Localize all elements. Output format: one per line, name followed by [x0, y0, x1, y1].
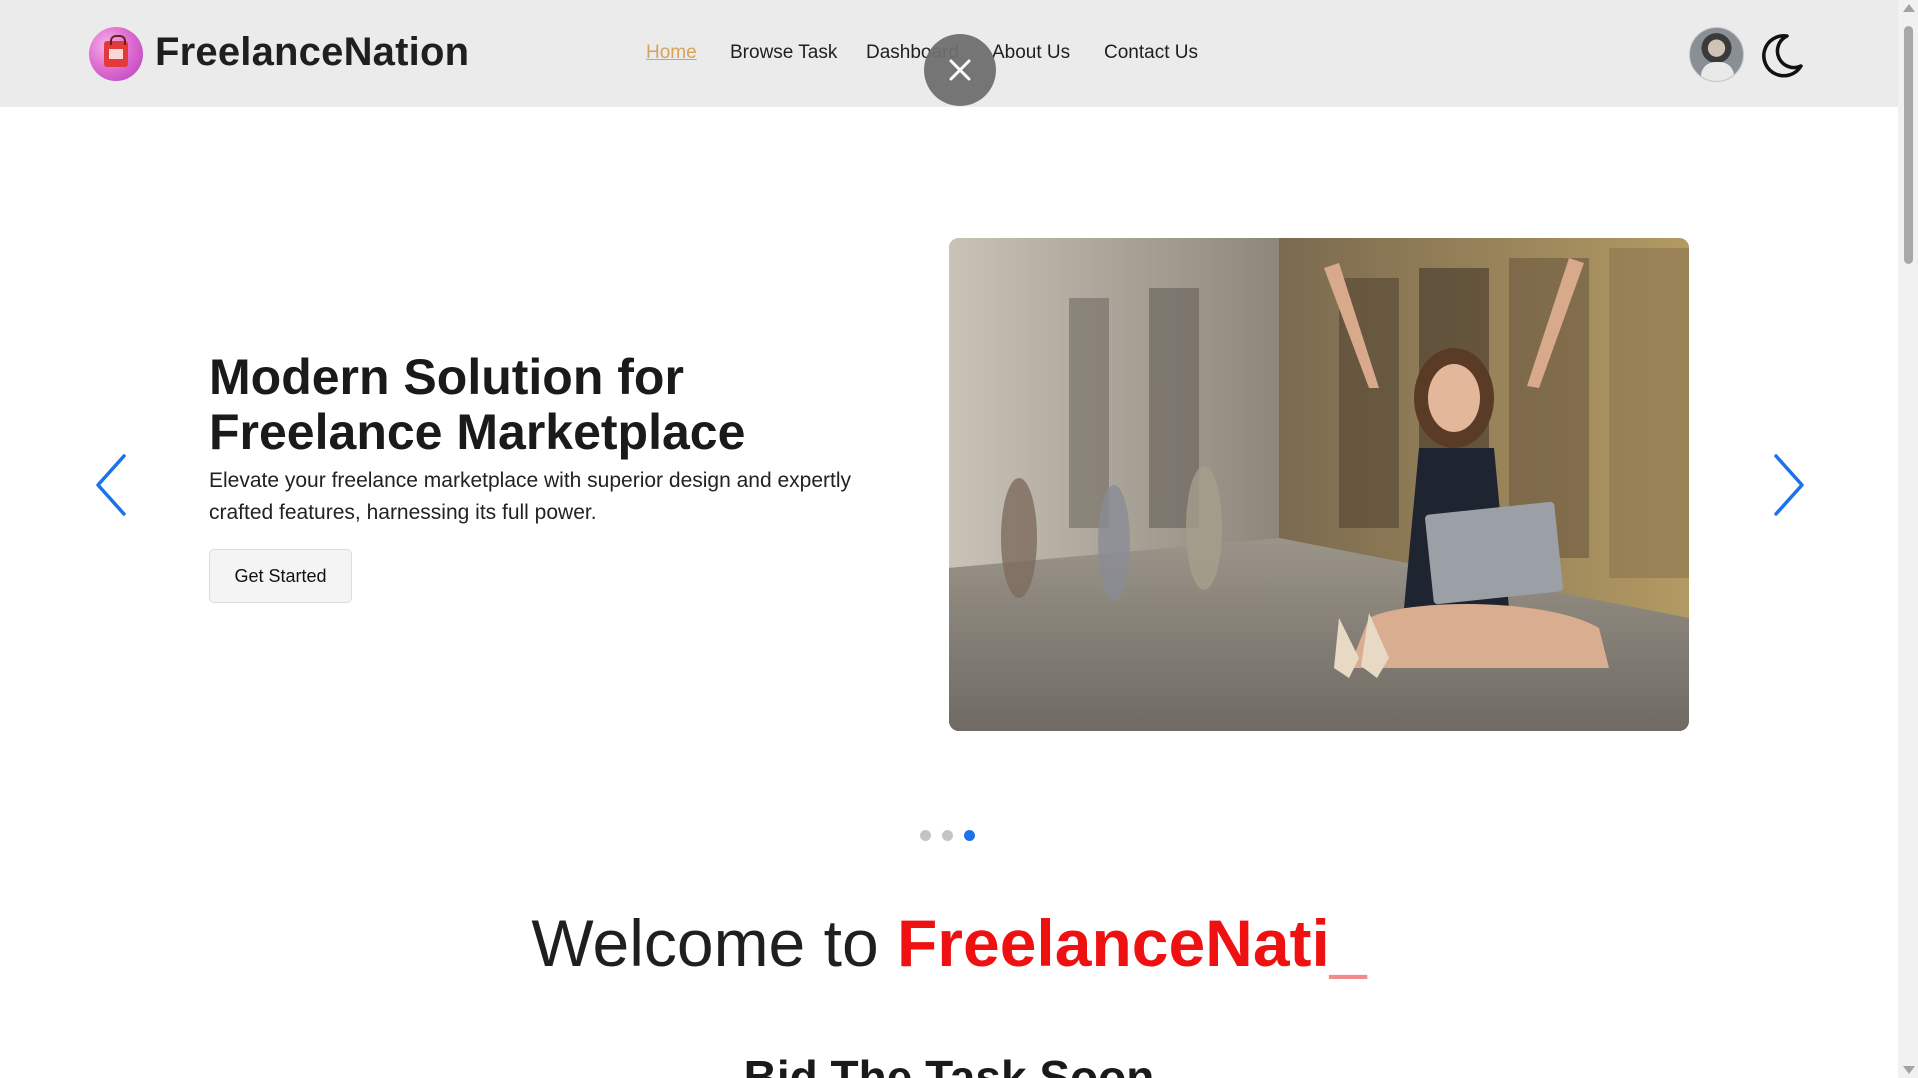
- brand-name[interactable]: FreelanceNation: [155, 30, 469, 75]
- typing-cursor: _: [1329, 906, 1367, 980]
- scroll-thumb[interactable]: [1904, 26, 1913, 264]
- nav-item-about-us[interactable]: About Us: [992, 42, 1070, 64]
- nav-item-contact-us[interactable]: Contact Us: [1104, 42, 1198, 64]
- get-started-button[interactable]: Get Started: [209, 549, 352, 603]
- close-icon: [949, 59, 971, 81]
- brand-logo-icon[interactable]: [89, 27, 143, 81]
- hero-image: [949, 238, 1689, 731]
- section-title: Bid The Task Soon: [743, 1051, 1155, 1078]
- hero-description: Elevate your freelance marketplace with …: [209, 469, 852, 524]
- welcome-heading: Welcome to FreelanceNati_: [0, 905, 1898, 981]
- scroll-down-arrow-icon[interactable]: [1903, 1066, 1915, 1074]
- chevron-right-icon[interactable]: [1764, 450, 1812, 520]
- nav-item-browse-task[interactable]: Browse Task: [730, 42, 837, 64]
- page-scrollbar[interactable]: [1898, 0, 1918, 1078]
- welcome-typed-brand: FreelanceNati: [896, 906, 1330, 980]
- nav-item-home[interactable]: Home: [646, 42, 697, 64]
- chevron-left-icon[interactable]: [88, 450, 136, 520]
- welcome-prefix: Welcome to: [531, 906, 897, 980]
- user-avatar[interactable]: [1689, 27, 1744, 82]
- hero-title: Modern Solution for Freelance Marketplac…: [209, 349, 746, 460]
- carousel-pagination: [920, 830, 975, 841]
- close-button[interactable]: [924, 34, 996, 106]
- carousel-dot-2[interactable]: [942, 830, 953, 841]
- carousel-dot-1[interactable]: [920, 830, 931, 841]
- carousel-dot-3[interactable]: [964, 830, 975, 841]
- moon-icon[interactable]: [1757, 30, 1807, 80]
- scroll-up-arrow-icon[interactable]: [1903, 4, 1915, 12]
